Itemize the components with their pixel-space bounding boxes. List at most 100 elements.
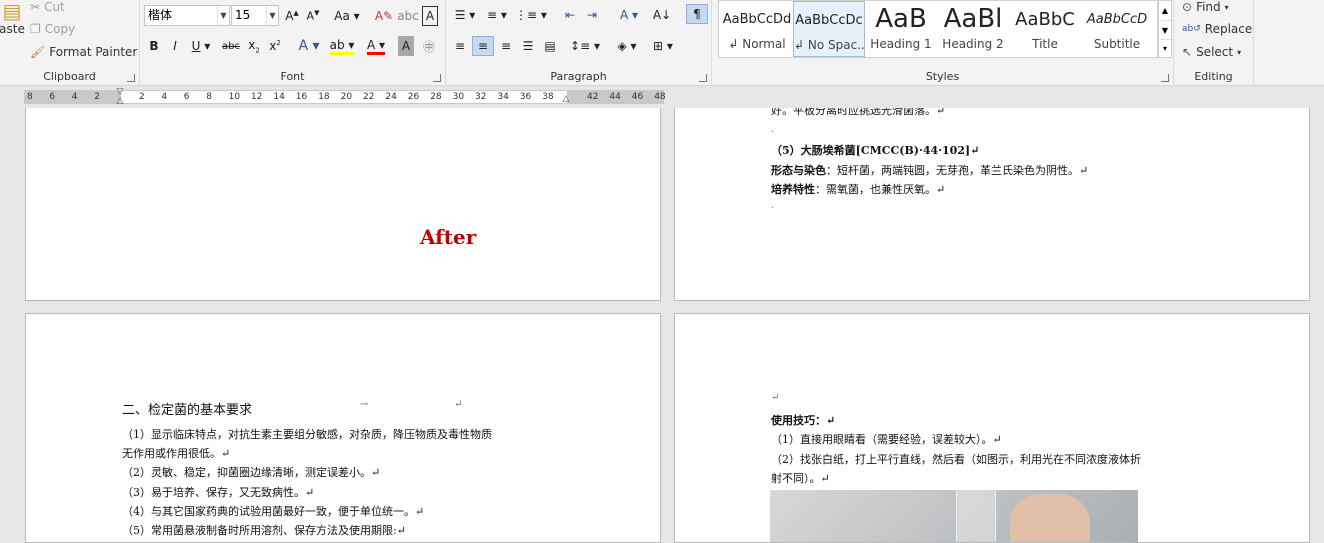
shading-button[interactable]: ◈ ▾ (612, 36, 642, 56)
font-size-combo[interactable]: 15 ▼ (231, 5, 279, 26)
format-painter-button[interactable]: 🖌 Format Painter (30, 45, 137, 59)
align-left-icon: ≡ (454, 39, 466, 53)
underline-button[interactable]: U ▾ (188, 36, 214, 56)
right-indent-marker-icon[interactable]: △ (561, 95, 571, 105)
find-button[interactable]: ⊙ Find ▾ (1182, 0, 1229, 14)
enclose-characters-button[interactable]: ㊥ (420, 36, 438, 56)
subscript-button[interactable]: x2 (245, 36, 263, 56)
copy-icon: ❐ (30, 22, 41, 36)
strikethrough-button[interactable]: abc (220, 36, 242, 56)
scroll-up-icon[interactable]: ▲ (1159, 1, 1171, 20)
sort-button[interactable]: A↓ (652, 5, 672, 25)
tube-shape (956, 490, 996, 542)
doc-term: 培养特性 (771, 183, 815, 196)
cut-button[interactable]: ✂ Cut (30, 0, 65, 14)
highlight-color-button[interactable]: ab ▾ (328, 36, 356, 56)
superscript-button[interactable]: x2 (266, 36, 284, 56)
test-tube-photo[interactable] (770, 490, 1138, 542)
text-effects-button[interactable]: A ▾ (296, 36, 322, 56)
ribbon: ▤ aste ✂ Cut ❐ Copy 🖌 Format Painter Cli… (0, 0, 1324, 86)
style-heading-1[interactable]: AaB Heading 1 (865, 1, 937, 57)
highlighter-icon: ab ▾ (329, 38, 355, 55)
borders-button[interactable]: ⊞ ▾ (648, 36, 678, 56)
ruler-tick: 2 (94, 92, 100, 102)
ruler-tick: 26 (407, 92, 420, 102)
doc-line: 培养特性：需氧菌，也兼性厌氧。↵ (771, 181, 945, 197)
scroll-down-icon[interactable]: ▼ (1159, 20, 1171, 39)
font-name-combo[interactable]: 楷体 ▼ (144, 5, 230, 26)
align-right-button[interactable]: ≡ (496, 36, 516, 56)
style-name: Title (1032, 37, 1058, 51)
ruler-tick: 30 (452, 92, 465, 102)
page-4[interactable]: ↵ 使用技巧：↵ （1）直接用眼睛看（需要经验，误差较大）。↵ （2）找张白纸，… (674, 313, 1310, 543)
align-left-button[interactable]: ≡ (450, 36, 470, 56)
page-1[interactable]: After (25, 108, 661, 301)
change-case-button[interactable]: Aa ▾ (332, 6, 362, 26)
style-no-spacing[interactable]: AaBbCcDc ↲ No Spac... (793, 1, 865, 57)
select-button[interactable]: ↖ Select ▾ (1182, 45, 1241, 59)
copy-label: Copy (44, 22, 76, 36)
numbering-button[interactable]: ≡ ▾ (482, 5, 512, 25)
paste-button[interactable]: ▤ aste (0, 0, 25, 60)
style-preview: AaBbCcD (1086, 11, 1148, 27)
paste-icon: ▤ (2, 0, 22, 23)
style-heading-2[interactable]: AaBl Heading 2 (937, 1, 1009, 57)
distributed-button[interactable]: ▤ (540, 36, 560, 56)
paste-label: aste (0, 22, 25, 36)
bold-icon: B (149, 39, 159, 53)
align-center-button[interactable]: ≡ (472, 36, 494, 56)
doc-term: 形态与染色 (771, 164, 826, 177)
font-color-button[interactable]: A ▾ (362, 36, 390, 56)
shrink-font-button[interactable]: A▼ (304, 6, 322, 26)
clear-formatting-button[interactable]: A✎ (374, 6, 394, 26)
style-normal[interactable]: AaBbCcDd ↲ Normal (721, 1, 793, 57)
chevron-down-icon: ▾ (1237, 47, 1242, 57)
phonetic-guide-button[interactable]: abc (397, 6, 419, 26)
decrease-indent-button[interactable]: ⇤ (560, 5, 580, 25)
paragraph-mark: . (771, 124, 775, 135)
italic-button[interactable]: I (167, 36, 183, 56)
show-hide-marks-button[interactable]: ¶ (686, 4, 708, 24)
justify-button[interactable]: ☰ (518, 36, 538, 56)
indent-marker-icon[interactable]: ▽ △ (115, 88, 125, 106)
style-title[interactable]: AaBbC Title (1009, 1, 1081, 57)
grow-font-button[interactable]: A▲ (283, 6, 301, 26)
ruler-tick: 46 (631, 92, 644, 102)
cursor-icon: ↖ (1182, 45, 1193, 59)
ruler-tick: 28 (430, 92, 442, 102)
bold-button[interactable]: B (146, 36, 162, 56)
character-border-button[interactable]: A (422, 6, 438, 26)
more-styles-icon[interactable]: ▾ (1159, 39, 1171, 57)
bullets-button[interactable]: ☰ ▾ (450, 5, 480, 25)
after-text: After (420, 225, 477, 249)
ruler-tick: 4 (71, 92, 78, 102)
text-effects-icon: A ▾ (298, 38, 320, 54)
page-3[interactable]: 二、检定菌的基本要求 → ↵ （1）显示临床特点，对抗生素主要组分敏感，对杂质，… (25, 313, 661, 543)
multilevel-list-button[interactable]: ⋮≡ ▾ (514, 5, 548, 25)
styles-launcher-icon[interactable] (1161, 74, 1169, 82)
paragraph-group: ☰ ▾ ≡ ▾ ⋮≡ ▾ ⇤ ⇥ A ▾ A↓ ¶ ≡ ≡ ≡ ☰ ▤ ↕≡ ▾… (446, 0, 712, 86)
distributed-icon: ▤ (544, 39, 556, 53)
styles-group-label: Styles (925, 70, 960, 83)
numbering-icon: ≡ ▾ (487, 8, 507, 22)
doc-line: 无作用或作用很低。↵ (122, 447, 231, 460)
ruler-tick: 34 (497, 92, 509, 102)
font-launcher-icon[interactable] (433, 74, 441, 82)
clipboard-launcher-icon[interactable] (127, 74, 135, 82)
horizontal-ruler[interactable]: 8 6 4 2 2 4 6 8 10 12 14 16 18 20 22 24 26 28 30 32 34 36 38 42… (0, 86, 1324, 108)
italic-icon: I (173, 39, 177, 53)
doc-line: （1）直接用眼睛看（需要经验，误差较大）。↵ (771, 433, 1002, 446)
paragraph-launcher-icon[interactable] (699, 74, 707, 82)
style-subtitle[interactable]: AaBbCcD Subtitle (1081, 1, 1153, 57)
asian-layout-button[interactable]: A ▾ (614, 5, 644, 25)
paragraph-mark: ↵ (771, 392, 780, 403)
style-name: ↲ Normal (728, 37, 786, 51)
strikethrough-icon: abc (222, 40, 240, 52)
increase-indent-button[interactable]: ⇥ (582, 5, 602, 25)
copy-button[interactable]: ❐ Copy (30, 22, 75, 36)
clipboard-group: ▤ aste ✂ Cut ❐ Copy 🖌 Format Painter Cli… (0, 0, 140, 86)
line-spacing-button[interactable]: ↕≡ ▾ (570, 36, 600, 56)
replace-button[interactable]: ab↺ Replace (1182, 22, 1252, 36)
page-2[interactable]: 好。平板分离时应挑选光滑菌落。↵ . （5）大肠埃希菌[CMCC(B)·44·1… (674, 108, 1310, 301)
character-shading-button[interactable]: A (398, 36, 414, 56)
